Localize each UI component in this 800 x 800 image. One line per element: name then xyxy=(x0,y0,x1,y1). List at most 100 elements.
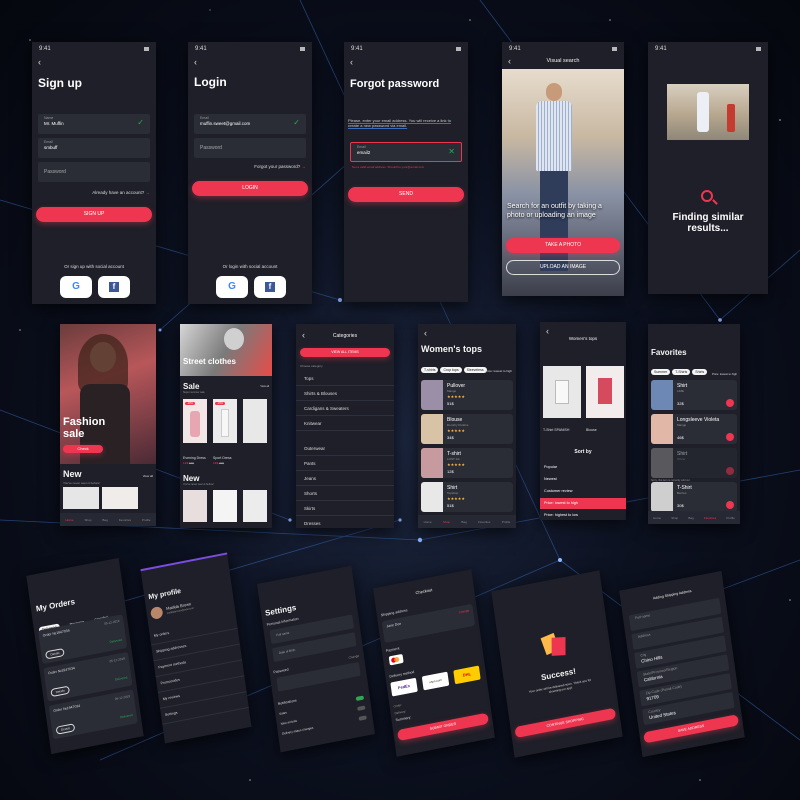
tab-bag[interactable]: Bag xyxy=(461,520,466,524)
product-photo xyxy=(421,448,443,478)
category-item[interactable]: Knitwear xyxy=(296,417,394,431)
view-all-link[interactable]: View all xyxy=(143,474,153,478)
google-button[interactable]: G xyxy=(216,276,248,298)
send-button[interactable]: SEND xyxy=(348,187,464,202)
favorite-card[interactable]: T-Shirt Berries 30$ xyxy=(651,482,737,512)
carrier-dhl[interactable]: DHL xyxy=(453,665,481,685)
product-card[interactable]: Pullover Mango ★★★★★ 51$ xyxy=(421,380,513,410)
details-button[interactable]: Details xyxy=(44,647,65,660)
banner-title: Street clothes xyxy=(183,357,236,366)
signup-button[interactable]: SIGN UP xyxy=(36,207,152,222)
carrier-usps[interactable]: usps.com xyxy=(421,671,450,691)
view-all-link[interactable]: View all xyxy=(260,385,269,388)
continue-shopping-button[interactable]: CONTINUE SHOPPING xyxy=(514,707,617,739)
tab-favorites[interactable]: Favorites xyxy=(704,516,716,520)
tab-bag[interactable]: Bag xyxy=(102,518,107,522)
chip[interactable]: Summer xyxy=(651,369,671,375)
tab-home[interactable]: Home xyxy=(65,518,73,522)
back-arrow-icon[interactable]: ‹ xyxy=(424,328,427,338)
password-field[interactable]: Password xyxy=(38,162,150,182)
have-account-link[interactable]: Already have an account? → xyxy=(92,190,150,195)
tab-shop[interactable]: Shop xyxy=(443,520,450,524)
login-button[interactable]: LOGIN xyxy=(192,181,308,196)
sort-option[interactable]: Customer review xyxy=(540,486,626,497)
tab-home[interactable]: Home xyxy=(653,516,661,520)
bag-icon[interactable] xyxy=(726,501,734,509)
delivery-toggle[interactable] xyxy=(358,715,367,721)
tab-profile[interactable]: Profile xyxy=(502,520,511,524)
upload-image-button[interactable]: UPLOAD AN IMAGE xyxy=(506,260,620,275)
sort-option[interactable]: Newest xyxy=(540,474,626,485)
sort-option[interactable]: Price: highest to low xyxy=(540,510,626,520)
tab-shop[interactable]: Shop xyxy=(84,518,91,522)
change-link[interactable]: Change xyxy=(458,608,469,614)
tab-shop[interactable]: Shop xyxy=(671,516,678,520)
tab-favorites[interactable]: Favorites xyxy=(119,518,131,522)
view-all-button[interactable]: VIEW ALL ITEMS xyxy=(300,348,390,357)
product-photo xyxy=(421,414,443,444)
product-card[interactable]: T-shirt LOST Ink ★★★★★ 12$ xyxy=(421,448,513,478)
back-arrow-icon[interactable]: ‹ xyxy=(350,57,353,67)
email-field[interactable]: Email muffin.sweet@gmail.com ✓ xyxy=(194,114,306,134)
sort-label[interactable]: Price: lowest to high xyxy=(485,369,512,373)
check-icon: ✓ xyxy=(293,118,300,127)
email-field[interactable]: Email smbuff xyxy=(38,138,150,158)
category-item[interactable]: Jeans xyxy=(296,472,394,486)
chip[interactable]: T-Shirts xyxy=(672,369,691,375)
details-button[interactable]: Details xyxy=(55,723,76,735)
chip[interactable]: Shirts xyxy=(692,369,708,375)
favorite-card[interactable]: Shirt LIME 32$ xyxy=(651,380,737,410)
category-item[interactable]: Dresses xyxy=(296,517,394,528)
bag-icon[interactable] xyxy=(726,399,734,407)
carrier-fedex[interactable]: FedEx xyxy=(390,677,418,697)
tab-profile[interactable]: Profile xyxy=(726,516,735,520)
category-item[interactable]: Skirts xyxy=(296,502,394,516)
filters-button[interactable]: Filters xyxy=(424,369,432,373)
password-field[interactable] xyxy=(276,661,361,692)
name-field[interactable]: Name Mr. Muffin ✓ xyxy=(38,114,150,134)
change-link[interactable]: Change xyxy=(348,654,359,660)
tab-favorites[interactable]: Favorites xyxy=(478,520,490,524)
category-item[interactable]: Cardigans & Sweaters xyxy=(296,402,394,416)
tab-profile[interactable]: Profile xyxy=(142,518,151,522)
check-button[interactable]: Check xyxy=(63,445,103,453)
facebook-button[interactable]: f xyxy=(98,276,130,298)
visual-search-headline: Search for an outfit by taking a photo o… xyxy=(507,203,602,219)
details-button[interactable]: Details xyxy=(50,685,71,698)
sort-option[interactable]: Price: lowest to high xyxy=(540,498,626,509)
bag-icon[interactable] xyxy=(726,433,734,441)
category-item[interactable]: Shorts xyxy=(296,487,394,501)
product-price: 19$ 22$ xyxy=(213,461,224,465)
facebook-button[interactable]: f xyxy=(254,276,286,298)
category-item[interactable]: Pants xyxy=(296,457,394,471)
chip[interactable]: Crop tops xyxy=(440,367,462,373)
chip[interactable]: Sleeveless xyxy=(463,367,487,373)
product-card[interactable]: Blouse Dorothy Perkins ★★★★★ 34$ xyxy=(421,414,513,444)
favorite-card[interactable]: Longsleeve Violeta Mango 46$ xyxy=(651,414,737,444)
signup-screen: 9:41 ‹ Sign up Name Mr. Muffin ✓ Email s… xyxy=(32,42,156,304)
email-field[interactable]: Email email2 ✕ xyxy=(350,142,462,162)
tab-home[interactable]: Home xyxy=(424,520,432,524)
new-arrivals-toggle[interactable] xyxy=(357,705,366,711)
social-prompt: Or sign up with social account xyxy=(64,264,124,269)
forgot-link[interactable]: Forgot your password? → xyxy=(254,164,306,169)
category-item[interactable]: Shirts & Blouses xyxy=(296,387,394,401)
sort-label[interactable]: Price: lowest to high xyxy=(712,372,737,376)
bag-icon[interactable] xyxy=(726,467,734,475)
sales-toggle[interactable] xyxy=(355,695,365,702)
name-label: Name xyxy=(44,116,54,120)
product-photo xyxy=(183,399,207,443)
category-item[interactable]: Tops xyxy=(296,372,394,386)
back-arrow-icon[interactable]: ‹ xyxy=(194,57,197,67)
back-arrow-icon[interactable]: ‹ xyxy=(38,57,41,67)
category-item[interactable]: Outerwear xyxy=(296,442,394,456)
favorite-card[interactable]: Shirt Olivier xyxy=(651,448,737,478)
back-arrow-icon[interactable]: ‹ xyxy=(546,326,549,336)
take-photo-button[interactable]: TAKE A PHOTO xyxy=(506,238,620,253)
tab-bag[interactable]: Bag xyxy=(688,516,693,520)
password-field[interactable]: Password xyxy=(194,138,306,158)
sort-option[interactable]: Popular xyxy=(540,462,626,473)
product-card[interactable]: Shirt Topshop ★★★★★ 51$ xyxy=(421,482,513,512)
battery-icon xyxy=(443,47,461,51)
google-button[interactable]: G xyxy=(60,276,92,298)
